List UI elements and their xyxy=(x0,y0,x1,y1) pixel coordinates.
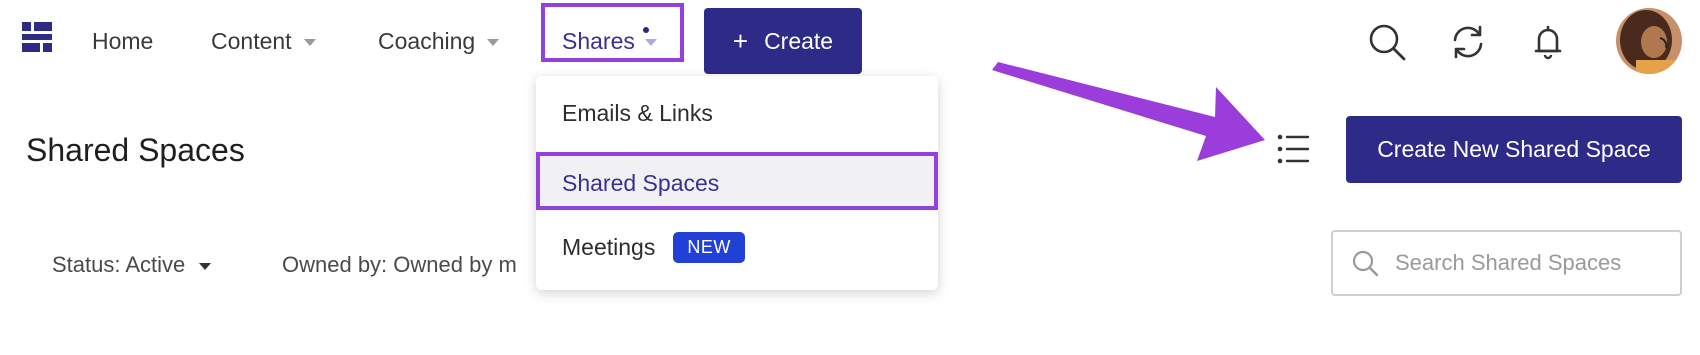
sync-icon[interactable] xyxy=(1448,22,1488,62)
status-filter-label: Status: Active xyxy=(52,252,186,277)
menu-item-label: Shared Spaces xyxy=(562,170,720,196)
nav-shares-label: Shares xyxy=(562,27,635,54)
nav-content-label: Content xyxy=(211,27,292,54)
list-view-icon[interactable] xyxy=(1276,132,1310,166)
notification-dot xyxy=(643,27,649,33)
nav-home-label: Home xyxy=(92,27,154,54)
avatar[interactable] xyxy=(1616,8,1682,74)
menu-item-label: Meetings xyxy=(562,234,656,260)
plus-icon: + xyxy=(732,26,749,56)
create-new-shared-space-button[interactable]: Create New Shared Space xyxy=(1346,116,1682,183)
shares-dropdown-menu: Emails & Links Shared Spaces Meetings NE… xyxy=(536,76,938,290)
user-avatar-icon xyxy=(1616,8,1682,74)
search-icon xyxy=(1352,250,1379,277)
create-new-shared-space-label: Create New Shared Space xyxy=(1377,136,1651,162)
chevron-down-icon xyxy=(199,262,212,270)
nav-coaching-label: Coaching xyxy=(378,27,476,54)
nav-home[interactable]: Home xyxy=(92,26,153,56)
nav-content[interactable]: Content xyxy=(211,26,316,56)
owned-by-filter-label: Owned by: Owned by m xyxy=(282,252,517,277)
menu-item-label: Emails & Links xyxy=(562,100,713,126)
search-input[interactable] xyxy=(1393,249,1657,277)
menu-item-emails-links[interactable]: Emails & Links xyxy=(562,100,713,127)
create-button-label: Create xyxy=(764,27,834,54)
search-icon[interactable] xyxy=(1367,22,1407,62)
menu-item-meetings[interactable]: Meetings NEW xyxy=(562,232,745,263)
chevron-down-icon xyxy=(644,38,657,46)
nav-coaching[interactable]: Coaching xyxy=(378,26,500,56)
bell-icon[interactable] xyxy=(1528,22,1568,62)
page-title: Shared Spaces xyxy=(26,132,245,168)
brand-logo[interactable] xyxy=(22,22,52,52)
annotation-arrow-icon xyxy=(992,62,1265,161)
chevron-down-icon xyxy=(303,38,316,46)
search-field[interactable] xyxy=(1331,230,1682,296)
menu-item-shared-spaces[interactable]: Shared Spaces xyxy=(536,152,938,210)
create-button[interactable]: + Create xyxy=(704,8,862,74)
chevron-down-icon xyxy=(487,38,500,46)
status-filter[interactable]: Status: Active xyxy=(52,252,212,278)
new-badge: NEW xyxy=(673,232,745,263)
owned-by-filter[interactable]: Owned by: Owned by m xyxy=(282,252,517,278)
